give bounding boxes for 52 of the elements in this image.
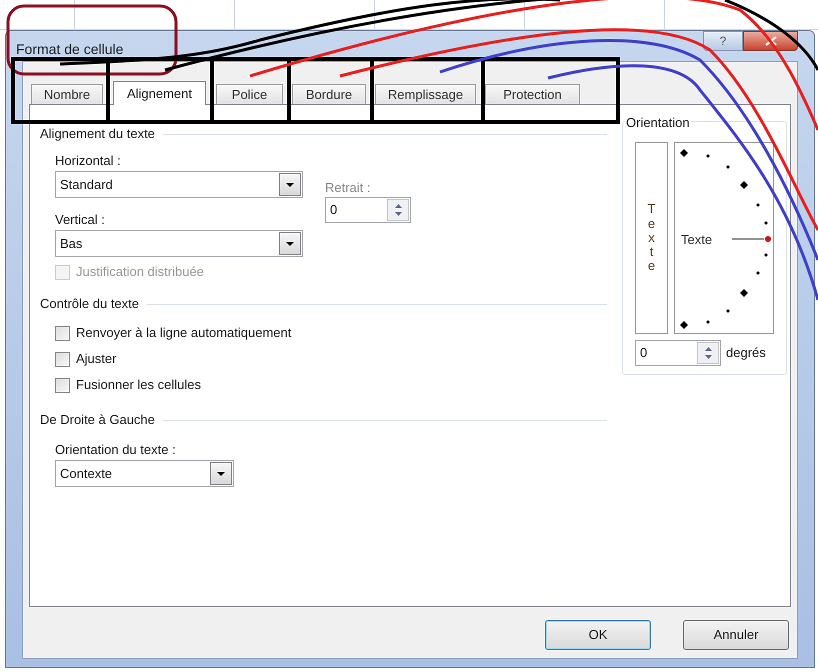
dropdown-field[interactable]: Contexte (55, 460, 234, 487)
caret-icon (217, 472, 225, 476)
orientation-dial[interactable]: Texte (674, 142, 774, 334)
caret-icon (286, 242, 294, 246)
horizontal-label: Horizontal : (55, 152, 122, 167)
dropdown-value: Bas (60, 234, 82, 253)
group-title: Contrôle du texte (40, 295, 140, 314)
tab[interactable]: Remplissage (375, 84, 476, 104)
tab[interactable]: Bordure (292, 84, 366, 104)
checkbox-label: Fusionner les cellules (76, 376, 202, 394)
number-value: 0 (640, 344, 648, 362)
spinner-arrows[interactable] (387, 199, 409, 221)
vertical-label: Vertical : (55, 211, 106, 226)
group-title: Alignement du texte (40, 125, 155, 144)
window-title: Format de cellule (16, 40, 124, 59)
number-field[interactable]: 0 (635, 340, 721, 366)
down-arrow-icon (394, 212, 402, 216)
group-title: De Droite à Gauche (40, 411, 155, 430)
tab[interactable]: Police (216, 84, 283, 104)
vertical-text: Texte (646, 202, 656, 274)
checkbox-label: Ajuster (76, 350, 116, 368)
dropdown-field[interactable]: Bas (55, 230, 303, 257)
spinner-arrows[interactable] (697, 342, 719, 364)
checkbox-label: Justification distribuée (76, 263, 204, 282)
caret-icon (286, 182, 294, 186)
dropdown-button[interactable] (210, 462, 232, 485)
text-direction-label: Orientation du texte : (55, 441, 177, 456)
dropdown-field[interactable]: Standard (55, 171, 303, 198)
cancel-button[interactable]: Annuler (683, 620, 789, 650)
checkbox-label: Renvoyer à la ligne automatiquement (76, 324, 292, 342)
checkbox[interactable] (55, 352, 70, 366)
dropdown-value: Contexte (60, 464, 112, 483)
help-button[interactable]: ? (703, 31, 743, 51)
down-arrow-icon (704, 355, 712, 359)
dropdown-button[interactable] (279, 173, 301, 196)
dropdown-value: Standard (60, 176, 113, 194)
degrees-label: degrés (726, 344, 766, 362)
vertical-text-box[interactable]: Texte (635, 142, 668, 334)
ok-button[interactable]: OK (545, 620, 651, 650)
up-arrow-icon (394, 204, 402, 208)
number-field[interactable]: 0 (325, 197, 411, 223)
close-icon (764, 36, 776, 46)
checkbox[interactable] (55, 326, 70, 340)
tab[interactable]: Protection (485, 84, 580, 104)
tab[interactable]: Alignement (113, 81, 206, 105)
dial-text: Texte (681, 231, 712, 249)
tab[interactable]: Nombre (31, 84, 103, 104)
up-arrow-icon (704, 347, 712, 351)
checkbox[interactable] (55, 378, 70, 392)
number-value: 0 (330, 201, 338, 220)
indent-label: Retrait : (325, 179, 372, 194)
dropdown-button[interactable] (279, 232, 301, 255)
